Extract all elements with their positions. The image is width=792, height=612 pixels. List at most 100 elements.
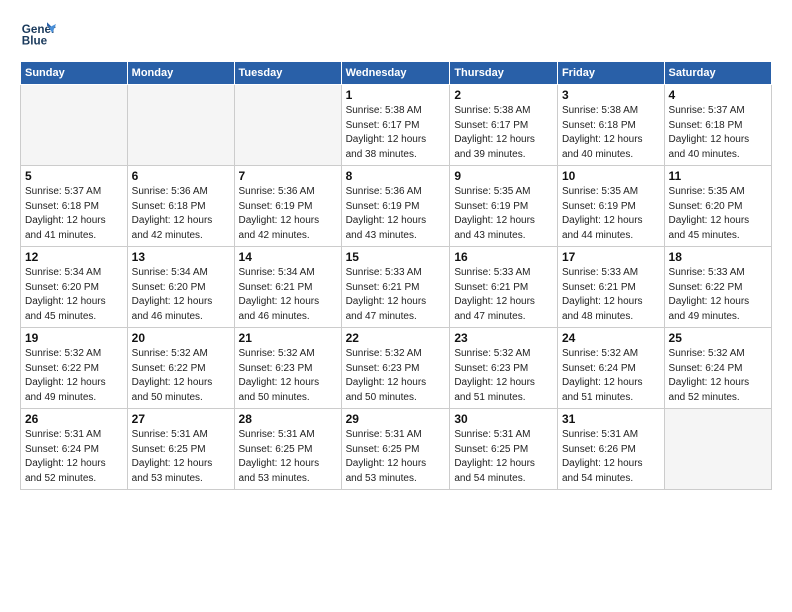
calendar-cell: 16 Sunrise: 5:33 AM Sunset: 6:21 PM Dayli… xyxy=(450,247,558,328)
calendar-cell xyxy=(664,409,771,490)
day-number: 9 xyxy=(454,169,553,183)
day-number: 1 xyxy=(346,88,446,102)
calendar-body: 1 Sunrise: 5:38 AM Sunset: 6:17 PM Daylig… xyxy=(21,85,772,490)
day-info: Sunrise: 5:31 AM Sunset: 6:26 PM Dayligh… xyxy=(562,428,660,486)
calendar-cell: 5Sunrise: 5:37 AM Sunset: 6:18 PM Daylig… xyxy=(21,166,128,247)
calendar-cell: 15 Sunrise: 5:33 AM Sunset: 6:21 PM Dayli… xyxy=(341,247,450,328)
calendar-cell: 27Sunrise: 5:31 AM Sunset: 6:25 PM Dayli… xyxy=(127,409,234,490)
calendar-cell xyxy=(127,85,234,166)
day-info: Sunrise: 5:33 AM Sunset: 6:21 PM Dayligh… xyxy=(346,266,446,324)
calendar-cell: 6Sunrise: 5:36 AM Sunset: 6:18 PM Daylig… xyxy=(127,166,234,247)
day-number: 25 xyxy=(669,331,767,345)
day-info: Sunrise: 5:32 AM Sunset: 6:23 PM Dayligh… xyxy=(346,347,446,405)
day-number: 30 xyxy=(454,412,553,426)
calendar-cell xyxy=(234,85,341,166)
calendar-page: General Blue SundayMondayTuesdayWednesda… xyxy=(0,0,792,505)
day-info: Sunrise: 5:33 AM Sunset: 6:21 PM Dayligh… xyxy=(562,266,660,324)
weekday-header: Tuesday xyxy=(234,62,341,85)
day-info: Sunrise: 5:32 AM Sunset: 6:23 PM Dayligh… xyxy=(454,347,553,405)
day-number: 13 xyxy=(132,250,230,264)
calendar-cell: 10 Sunrise: 5:35 AM Sunset: 6:19 PM Dayli… xyxy=(557,166,664,247)
day-info: Sunrise: 5:34 AM Sunset: 6:20 PM Dayligh… xyxy=(132,266,230,324)
day-number: 20 xyxy=(132,331,230,345)
day-info: Sunrise: 5:36 AM Sunset: 6:19 PM Dayligh… xyxy=(346,185,446,243)
calendar-cell: 19 Sunrise: 5:32 AM Sunset: 6:22 PM Dayli… xyxy=(21,328,128,409)
weekday-header: Saturday xyxy=(664,62,771,85)
calendar-week-row: 26Sunrise: 5:31 AM Sunset: 6:24 PM Dayli… xyxy=(21,409,772,490)
calendar-header-row: SundayMondayTuesdayWednesdayThursdayFrid… xyxy=(21,62,772,85)
calendar-week-row: 19 Sunrise: 5:32 AM Sunset: 6:22 PM Dayli… xyxy=(21,328,772,409)
day-number: 3 xyxy=(562,88,660,102)
weekday-header: Monday xyxy=(127,62,234,85)
svg-text:Blue: Blue xyxy=(22,35,48,48)
calendar-week-row: 12 Sunrise: 5:34 AM Sunset: 6:20 PM Dayli… xyxy=(21,247,772,328)
day-info: Sunrise: 5:33 AM Sunset: 6:21 PM Dayligh… xyxy=(454,266,553,324)
day-info: Sunrise: 5:35 AM Sunset: 6:19 PM Dayligh… xyxy=(562,185,660,243)
calendar-table: SundayMondayTuesdayWednesdayThursdayFrid… xyxy=(20,61,772,490)
day-number: 18 xyxy=(669,250,767,264)
day-info: Sunrise: 5:32 AM Sunset: 6:23 PM Dayligh… xyxy=(239,347,337,405)
day-info: Sunrise: 5:37 AM Sunset: 6:18 PM Dayligh… xyxy=(25,185,123,243)
calendar-cell xyxy=(21,85,128,166)
day-number: 29 xyxy=(346,412,446,426)
day-info: Sunrise: 5:34 AM Sunset: 6:21 PM Dayligh… xyxy=(239,266,337,324)
day-number: 15 xyxy=(346,250,446,264)
weekday-header: Friday xyxy=(557,62,664,85)
day-info: Sunrise: 5:34 AM Sunset: 6:20 PM Dayligh… xyxy=(25,266,123,324)
calendar-cell: 22 Sunrise: 5:32 AM Sunset: 6:23 PM Dayli… xyxy=(341,328,450,409)
day-number: 7 xyxy=(239,169,337,183)
weekday-header: Thursday xyxy=(450,62,558,85)
calendar-cell: 8 Sunrise: 5:36 AM Sunset: 6:19 PM Daylig… xyxy=(341,166,450,247)
day-number: 12 xyxy=(25,250,123,264)
day-info: Sunrise: 5:31 AM Sunset: 6:25 PM Dayligh… xyxy=(239,428,337,486)
calendar-cell: 7 Sunrise: 5:36 AM Sunset: 6:19 PM Daylig… xyxy=(234,166,341,247)
weekday-header: Wednesday xyxy=(341,62,450,85)
day-info: Sunrise: 5:32 AM Sunset: 6:24 PM Dayligh… xyxy=(669,347,767,405)
calendar-cell: 30Sunrise: 5:31 AM Sunset: 6:25 PM Dayli… xyxy=(450,409,558,490)
day-number: 26 xyxy=(25,412,123,426)
calendar-cell: 4 Sunrise: 5:37 AM Sunset: 6:18 PM Daylig… xyxy=(664,85,771,166)
day-info: Sunrise: 5:31 AM Sunset: 6:25 PM Dayligh… xyxy=(132,428,230,486)
day-number: 8 xyxy=(346,169,446,183)
day-number: 19 xyxy=(25,331,123,345)
calendar-cell: 9 Sunrise: 5:35 AM Sunset: 6:19 PM Daylig… xyxy=(450,166,558,247)
calendar-cell: 28 Sunrise: 5:31 AM Sunset: 6:25 PM Dayli… xyxy=(234,409,341,490)
calendar-cell: 12 Sunrise: 5:34 AM Sunset: 6:20 PM Dayli… xyxy=(21,247,128,328)
day-number: 14 xyxy=(239,250,337,264)
day-info: Sunrise: 5:32 AM Sunset: 6:24 PM Dayligh… xyxy=(562,347,660,405)
calendar-cell: 13 Sunrise: 5:34 AM Sunset: 6:20 PM Dayli… xyxy=(127,247,234,328)
day-info: Sunrise: 5:35 AM Sunset: 6:19 PM Dayligh… xyxy=(454,185,553,243)
day-number: 21 xyxy=(239,331,337,345)
day-info: Sunrise: 5:33 AM Sunset: 6:22 PM Dayligh… xyxy=(669,266,767,324)
calendar-week-row: 1 Sunrise: 5:38 AM Sunset: 6:17 PM Daylig… xyxy=(21,85,772,166)
day-info: Sunrise: 5:32 AM Sunset: 6:22 PM Dayligh… xyxy=(25,347,123,405)
day-number: 22 xyxy=(346,331,446,345)
day-info: Sunrise: 5:35 AM Sunset: 6:20 PM Dayligh… xyxy=(669,185,767,243)
header: General Blue xyxy=(20,15,772,51)
logo-icon: General Blue xyxy=(20,15,56,51)
calendar-cell: 29 Sunrise: 5:31 AM Sunset: 6:25 PM Dayli… xyxy=(341,409,450,490)
day-number: 31 xyxy=(562,412,660,426)
day-info: Sunrise: 5:37 AM Sunset: 6:18 PM Dayligh… xyxy=(669,104,767,162)
calendar-cell: 17Sunrise: 5:33 AM Sunset: 6:21 PM Dayli… xyxy=(557,247,664,328)
day-info: Sunrise: 5:38 AM Sunset: 6:17 PM Dayligh… xyxy=(346,104,446,162)
day-number: 6 xyxy=(132,169,230,183)
day-number: 28 xyxy=(239,412,337,426)
calendar-cell: 1 Sunrise: 5:38 AM Sunset: 6:17 PM Daylig… xyxy=(341,85,450,166)
day-number: 16 xyxy=(454,250,553,264)
logo: General Blue xyxy=(20,15,60,51)
calendar-cell: 11 Sunrise: 5:35 AM Sunset: 6:20 PM Dayli… xyxy=(664,166,771,247)
day-number: 10 xyxy=(562,169,660,183)
day-number: 23 xyxy=(454,331,553,345)
weekday-header: Sunday xyxy=(21,62,128,85)
day-info: Sunrise: 5:36 AM Sunset: 6:19 PM Dayligh… xyxy=(239,185,337,243)
calendar-cell: 26Sunrise: 5:31 AM Sunset: 6:24 PM Dayli… xyxy=(21,409,128,490)
calendar-cell: 18 Sunrise: 5:33 AM Sunset: 6:22 PM Dayli… xyxy=(664,247,771,328)
calendar-cell: 31 Sunrise: 5:31 AM Sunset: 6:26 PM Dayli… xyxy=(557,409,664,490)
day-info: Sunrise: 5:38 AM Sunset: 6:18 PM Dayligh… xyxy=(562,104,660,162)
day-number: 2 xyxy=(454,88,553,102)
day-number: 11 xyxy=(669,169,767,183)
calendar-week-row: 5Sunrise: 5:37 AM Sunset: 6:18 PM Daylig… xyxy=(21,166,772,247)
day-number: 4 xyxy=(669,88,767,102)
day-info: Sunrise: 5:31 AM Sunset: 6:25 PM Dayligh… xyxy=(346,428,446,486)
